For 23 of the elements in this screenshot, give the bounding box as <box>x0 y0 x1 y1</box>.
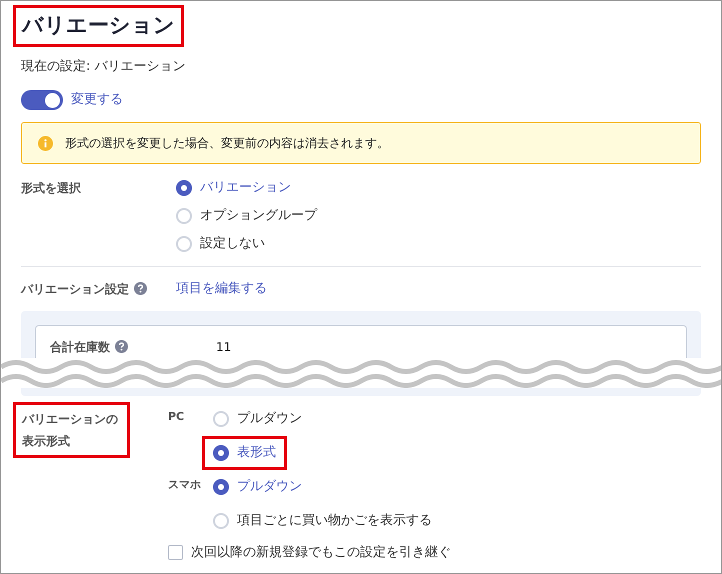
radio-option[interactable]: オプショングループ <box>176 202 317 230</box>
radio-option[interactable]: 設定しない <box>176 230 317 258</box>
help-icon <box>115 340 128 353</box>
device-label: スマホ <box>168 476 202 492</box>
radio-option[interactable]: バリエーション <box>176 174 317 202</box>
radio-option[interactable]: プルダウン <box>213 404 302 432</box>
stock-label: 合計在庫数 <box>50 338 110 356</box>
radio-option[interactable]: プルダウン <box>213 472 302 500</box>
display-format-label: バリエーションの表示形式 <box>13 402 130 458</box>
page-title: バリエーション <box>13 5 184 46</box>
carry-over-checkbox[interactable]: 次回以降の新規登録でもこの設定を引き継ぐ <box>168 538 451 568</box>
info-icon <box>38 136 53 150</box>
toggle-label: 変更する <box>71 91 123 110</box>
stock-value: 11 <box>216 338 232 356</box>
alert-text: 形式の選択を変更した場合、変更前の内容は消去されます。 <box>65 135 389 152</box>
radio-option[interactable]: 項目ごとに買い物かごを表示する <box>213 506 432 534</box>
settings-label: バリエーション設定 <box>21 280 129 298</box>
format-label: 形式を選択 <box>21 180 82 197</box>
help-icon <box>134 282 147 296</box>
edit-items-link[interactable]: 項目を編集する <box>176 279 267 298</box>
current-setting: 現在の設定: バリエーション <box>21 58 187 76</box>
device-label: PC <box>168 408 186 424</box>
toggle-switch[interactable] <box>21 90 63 110</box>
